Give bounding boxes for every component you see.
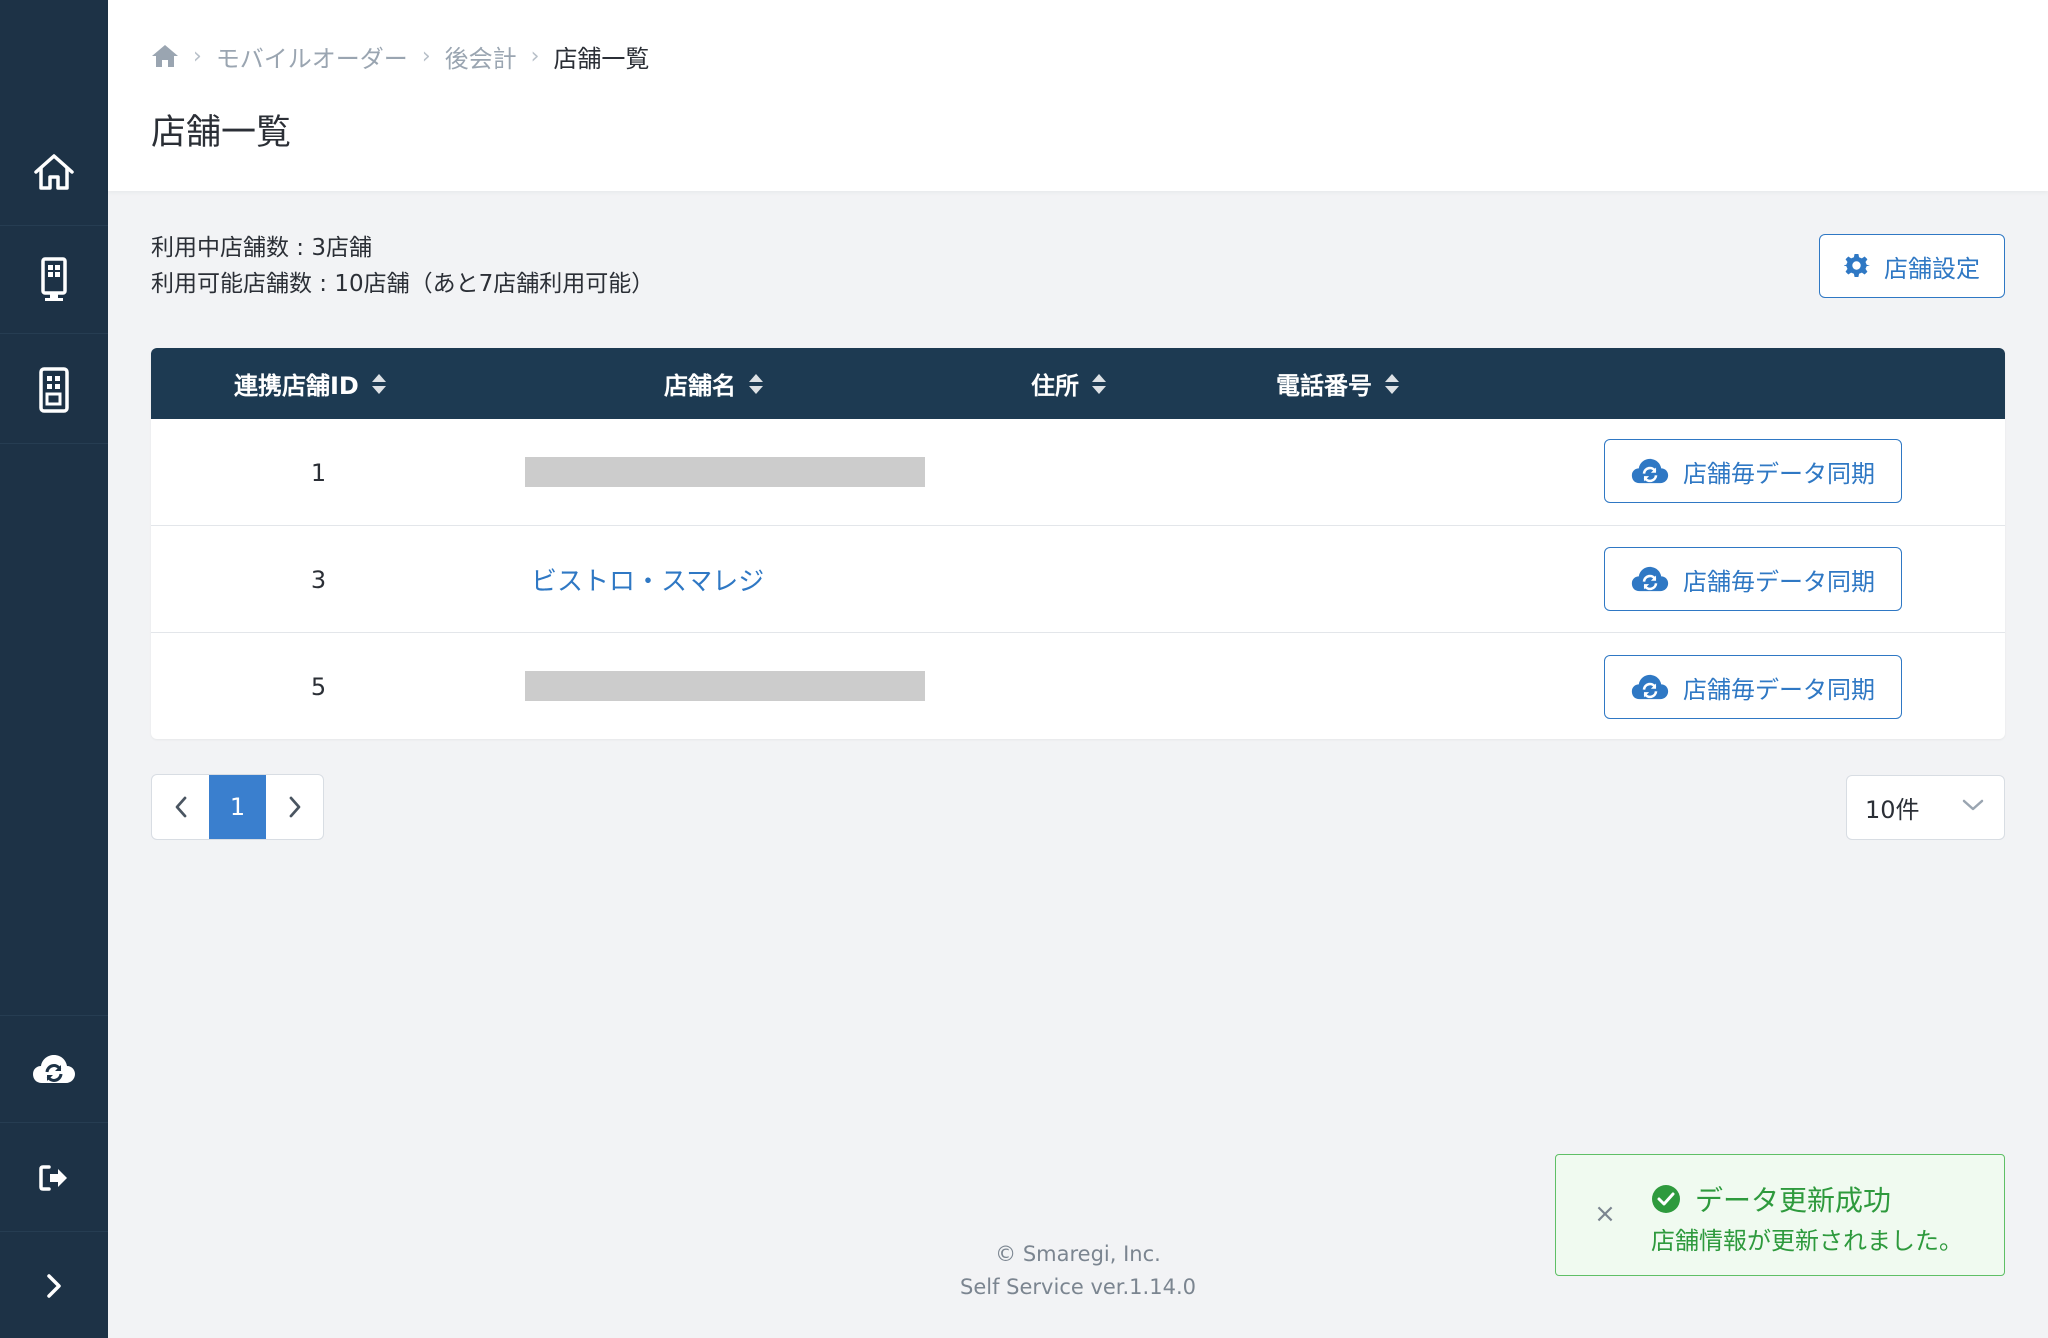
store-table: 連携店舗ID 店舗名 住所 電話番号 1 店舗毎データ同期 3 ビストロ・スマレ… xyxy=(151,348,2005,739)
sort-icon xyxy=(1385,373,1399,394)
sidebar-item-home[interactable] xyxy=(0,118,108,226)
stores-available: 利用可能店舗数 : 10店舗（あと7店舗利用可能） xyxy=(151,271,655,297)
column-header-phone[interactable]: 電話番号 xyxy=(1276,348,1400,419)
redacted-store-name xyxy=(525,671,925,701)
page-button-current[interactable]: 1 xyxy=(209,775,266,839)
column-header-label: 電話番号 xyxy=(1276,372,1372,400)
store-data-sync-button[interactable]: 店舗毎データ同期 xyxy=(1604,547,1902,611)
table-row: 1 店舗毎データ同期 xyxy=(151,419,2005,526)
check-circle-icon xyxy=(1652,1185,1680,1213)
store-id-cell: 1 xyxy=(310,458,327,487)
sync-button-label: 店舗毎データ同期 xyxy=(1683,676,1875,704)
chevron-right-icon xyxy=(289,796,300,818)
home-icon[interactable] xyxy=(151,43,179,69)
toast-title-text: データ更新成功 xyxy=(1695,1184,1892,1217)
sync-button-label: 店舗毎データ同期 xyxy=(1683,568,1875,596)
cloud-sync-icon xyxy=(1631,458,1669,484)
chevron-left-icon xyxy=(175,796,186,818)
breadcrumb-separator: › xyxy=(421,43,431,69)
breadcrumb-item-mobile-order[interactable]: モバイルオーダー xyxy=(216,39,408,74)
cloud-sync-icon xyxy=(1631,566,1669,592)
page-title: 店舗一覧 xyxy=(151,113,292,153)
pagination: 1 xyxy=(151,774,324,840)
sidebar-item-cloud-sync[interactable] xyxy=(0,1015,108,1123)
store-settings-label: 店舗設定 xyxy=(1884,255,1980,283)
per-page-value: 10件 xyxy=(1865,796,1920,824)
store-count-info: 利用中店舗数 : 3店舗 利用可能店舗数 : 10店舗（あと7店舗利用可能） xyxy=(151,230,654,302)
store-data-sync-button[interactable]: 店舗毎データ同期 xyxy=(1604,655,1902,719)
tablet-icon xyxy=(39,366,69,413)
sidebar-item-logout[interactable] xyxy=(0,1124,108,1232)
column-header-store-name[interactable]: 店舗名 xyxy=(664,348,764,419)
breadcrumb: › モバイルオーダー › 後会計 › 店舗一覧 xyxy=(151,38,649,74)
store-data-sync-button[interactable]: 店舗毎データ同期 xyxy=(1604,439,1902,503)
home-icon xyxy=(34,153,74,190)
breadcrumb-separator: › xyxy=(193,43,202,69)
column-header-label: 連携店舗ID xyxy=(234,372,359,400)
logout-icon xyxy=(39,1164,67,1191)
kiosk-icon xyxy=(41,256,67,301)
sort-icon xyxy=(371,373,386,394)
redacted-store-name xyxy=(525,457,925,487)
column-header-label: 住所 xyxy=(1031,372,1079,400)
sidebar-toggle-button[interactable] xyxy=(0,1232,108,1338)
success-toast: × データ更新成功 店舗情報が更新されました。 xyxy=(1555,1154,2005,1276)
close-icon[interactable]: × xyxy=(1594,1201,1616,1227)
breadcrumb-separator: › xyxy=(530,43,540,69)
store-id-cell: 3 xyxy=(310,565,327,594)
breadcrumb-item-current: 店舗一覧 xyxy=(553,44,650,73)
sync-button-label: 店舗毎データ同期 xyxy=(1683,460,1875,488)
column-header-store-id[interactable]: 連携店舗ID xyxy=(234,348,387,419)
sort-icon xyxy=(749,373,763,394)
chevron-down-icon xyxy=(1962,799,1984,811)
cloud-sync-icon xyxy=(33,1055,75,1083)
per-page-select[interactable]: 10件 xyxy=(1846,775,2005,840)
sidebar-item-kiosk[interactable] xyxy=(0,226,108,334)
store-settings-button[interactable]: 店舗設定 xyxy=(1819,234,2005,298)
prev-page-button[interactable] xyxy=(152,775,209,839)
toast-title: データ更新成功 xyxy=(1651,1179,1891,1219)
chevron-right-icon xyxy=(47,1274,61,1298)
table-header: 連携店舗ID 店舗名 住所 電話番号 xyxy=(151,348,2005,419)
breadcrumb-item-postpay[interactable]: 後会計 xyxy=(445,39,517,74)
gear-icon xyxy=(1844,253,1870,278)
cloud-sync-icon xyxy=(1631,674,1669,700)
page-header: › モバイルオーダー › 後会計 › 店舗一覧 店舗一覧 xyxy=(108,0,2048,191)
column-header-address[interactable]: 住所 xyxy=(1031,348,1107,419)
store-name-link[interactable]: ビストロ・スマレジ xyxy=(531,526,764,633)
sidebar-item-tablet[interactable] xyxy=(0,336,108,444)
column-header-label: 店舗名 xyxy=(664,372,736,400)
stores-in-use: 利用中店舗数 : 3店舗 xyxy=(151,235,373,261)
table-row: 3 ビストロ・スマレジ 店舗毎データ同期 xyxy=(151,526,2005,633)
next-page-button[interactable] xyxy=(266,775,323,839)
sort-icon xyxy=(1092,373,1106,394)
store-id-cell: 5 xyxy=(310,672,327,701)
sidebar xyxy=(0,0,108,1338)
table-row: 5 店舗毎データ同期 xyxy=(151,633,2005,739)
toast-message: 店舗情報が更新されました。 xyxy=(1651,1227,1963,1255)
